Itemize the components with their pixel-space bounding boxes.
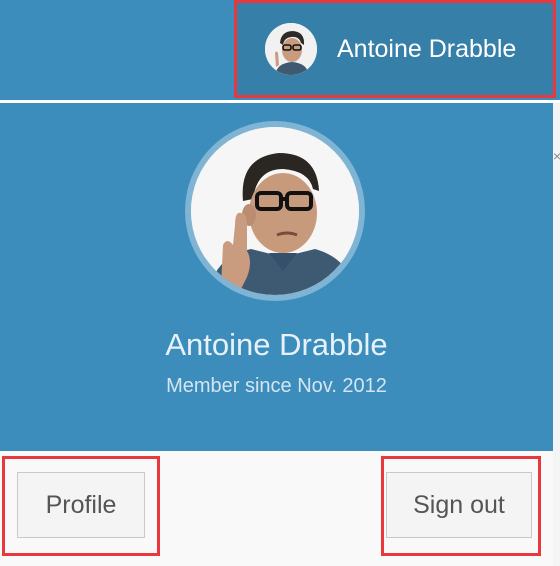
user-photo-icon (191, 127, 359, 295)
member-since-text: Member since Nov. 2012 (166, 375, 387, 397)
user-display-name: Antoine Drabble (165, 327, 388, 362)
top-navbar: Antoine Drabble (0, 0, 560, 100)
user-avatar-icon (265, 23, 317, 75)
navbar-user-avatar (265, 23, 317, 75)
user-profile-avatar-ring (185, 121, 365, 301)
user-dropdown-header: Antoine Drabble Member since Nov. 2012 (0, 103, 553, 451)
navbar-user-toggle[interactable]: Antoine Drabble (234, 0, 556, 98)
navbar-user-name: Antoine Drabble (337, 34, 517, 63)
close-icon[interactable]: × (553, 148, 560, 164)
user-profile-avatar (191, 127, 359, 295)
user-menu-screen: Antoine Drabble Antoine Drabble Member s… (0, 0, 560, 566)
page-edge-sliver (553, 103, 560, 566)
sign-out-button[interactable]: Sign out (386, 472, 532, 538)
profile-button[interactable]: Profile (17, 472, 145, 538)
